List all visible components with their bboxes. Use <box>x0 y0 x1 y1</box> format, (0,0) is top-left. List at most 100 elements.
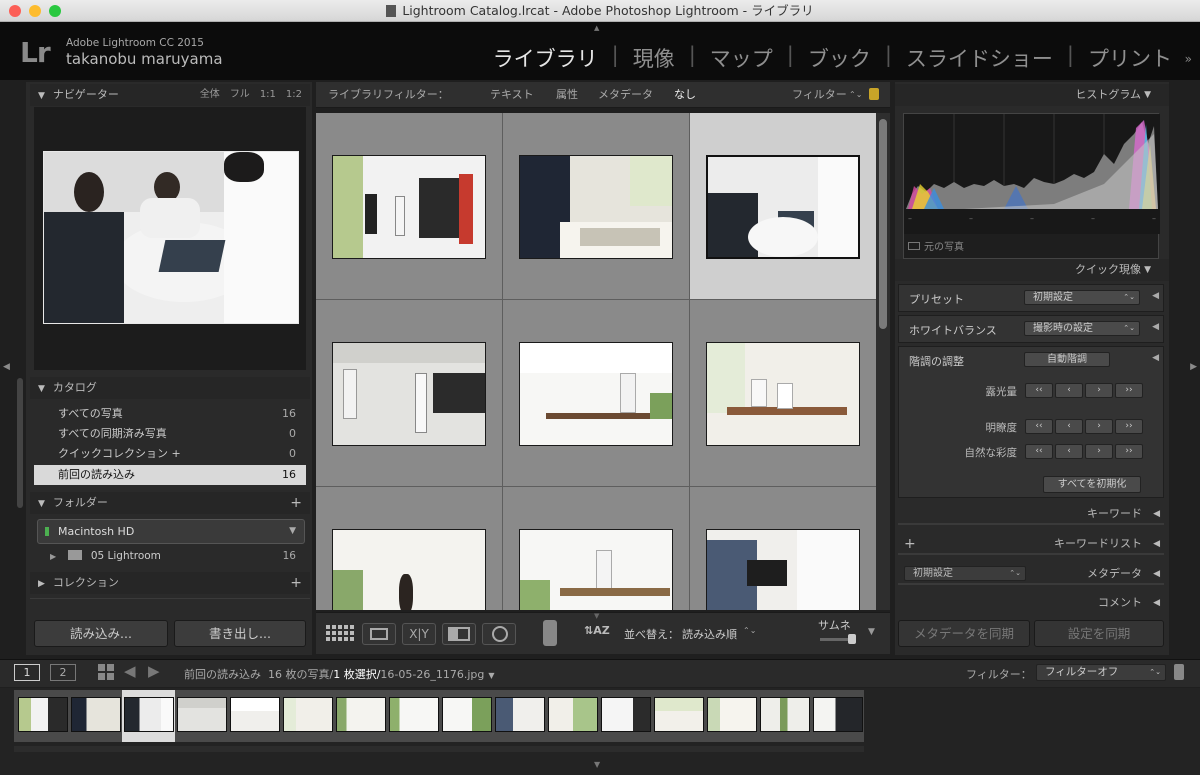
zoom-fill[interactable]: フル <box>230 84 250 106</box>
module-slideshow[interactable]: スライドショー <box>906 43 1053 73</box>
compare-view-icon[interactable]: X|Y <box>402 623 436 645</box>
photo-thumbnail[interactable] <box>332 155 486 259</box>
exposure-decrease-button[interactable]: ‹ <box>1055 383 1083 398</box>
photo-thumbnail[interactable] <box>519 529 673 610</box>
filter-tab-metadata[interactable]: メタデータ <box>598 82 653 108</box>
zoom-fit[interactable]: 全体 <box>200 84 220 106</box>
navigator-header[interactable]: ▼ ナビゲーター 全体 フル 1:1 1:2 <box>30 84 310 106</box>
zoom-1-2[interactable]: 1:2 <box>286 84 302 106</box>
folder-05-lightroom[interactable]: ▶ 05 Lightroom 16 <box>50 547 306 565</box>
photo-thumbnail-selected[interactable] <box>706 155 860 259</box>
photo-thumbnail[interactable] <box>519 155 673 259</box>
module-print[interactable]: プリント <box>1088 43 1172 73</box>
photo-thumbnail[interactable] <box>332 529 486 610</box>
filmstrip-thumbnail[interactable] <box>548 697 598 732</box>
filter-tab-text[interactable]: テキスト <box>490 82 534 108</box>
forward-arrow-icon[interactable]: ▶ <box>148 662 160 680</box>
collapse-left-icon[interactable]: ◀ <box>1152 353 1159 363</box>
grid-cell[interactable] <box>503 113 690 300</box>
clarity-increase-large-button[interactable]: ›› <box>1115 419 1143 434</box>
original-photo-checkbox[interactable] <box>908 242 920 250</box>
collections-header[interactable]: ▶ コレクション + <box>30 572 310 594</box>
photo-thumbnail[interactable] <box>519 342 673 446</box>
exposure-increase-large-button[interactable]: ›› <box>1115 383 1143 398</box>
comments-header[interactable]: コメント ◀ <box>898 593 1164 613</box>
filter-tab-attribute[interactable]: 属性 <box>556 82 578 108</box>
grid-cell[interactable] <box>316 487 503 610</box>
exposure-increase-button[interactable]: › <box>1085 383 1113 398</box>
keywording-header[interactable]: キーワード ◀ <box>898 503 1164 525</box>
left-panel-toggle-icon[interactable]: ◀ <box>3 362 10 372</box>
vibrance-increase-large-button[interactable]: ›› <box>1115 444 1143 459</box>
filmstrip-thumbnail[interactable] <box>442 697 492 732</box>
people-view-icon[interactable] <box>482 623 516 645</box>
histogram-panel[interactable]: – – – – – 元の写真 <box>903 113 1160 259</box>
primary-screen-button[interactable]: 1 <box>14 664 40 681</box>
grid-cell[interactable] <box>316 300 503 487</box>
add-keyword-button[interactable]: + <box>904 533 916 555</box>
filmstrip-thumbnail[interactable] <box>18 697 68 732</box>
left-panel-scrollbar[interactable] <box>17 378 23 508</box>
close-window-button[interactable] <box>9 5 21 17</box>
grid-scrollbar-track[interactable] <box>876 113 890 610</box>
right-panel-toggle-icon[interactable]: ▶ <box>1190 362 1197 372</box>
photo-thumbnail[interactable] <box>332 342 486 446</box>
filmstrip-thumbnail[interactable] <box>389 697 439 732</box>
zoom-1-1[interactable]: 1:1 <box>260 84 276 106</box>
filmstrip-thumbnail[interactable] <box>654 697 704 732</box>
grid-cell[interactable] <box>316 113 503 300</box>
reset-all-button[interactable]: すべてを初期化 <box>1043 476 1141 493</box>
filter-lock-icon[interactable] <box>1174 664 1184 680</box>
filmstrip-thumbnail[interactable] <box>760 697 810 732</box>
sort-dropdown[interactable]: 読み込み順 <box>682 626 737 642</box>
survey-view-icon[interactable] <box>442 623 476 645</box>
zoom-window-button[interactable] <box>49 5 61 17</box>
import-button[interactable]: 読み込み... <box>34 620 168 647</box>
filter-tab-none[interactable]: なし <box>674 82 696 108</box>
filmstrip-thumbnail[interactable] <box>601 697 651 732</box>
filmstrip-thumbnail[interactable] <box>71 697 121 732</box>
bottom-panel-toggle-icon[interactable]: ▼ <box>594 760 600 769</box>
spray-can-icon[interactable] <box>543 620 557 646</box>
filmstrip-thumbnail[interactable] <box>707 697 757 732</box>
folders-header[interactable]: ▼ フォルダー + <box>30 492 310 514</box>
grid-cell-selected[interactable] <box>690 113 876 300</box>
more-modules-icon[interactable]: » <box>1185 52 1192 66</box>
metadata-preset-dropdown[interactable]: 初期設定 ⌃⌄ <box>904 566 1026 581</box>
quick-develop-header[interactable]: クイック現像 ▼ <box>895 259 1169 281</box>
histogram-header[interactable]: ヒストグラム ▼ <box>895 84 1169 106</box>
exposure-decrease-large-button[interactable]: ‹‹ <box>1025 383 1053 398</box>
keyword-list-header[interactable]: + キーワードリスト ◀ <box>898 533 1164 555</box>
filmstrip-thumbnail[interactable] <box>177 697 227 732</box>
catalog-item-quick-collection[interactable]: クイックコレクション + 0 <box>34 444 306 464</box>
back-arrow-icon[interactable]: ◀ <box>124 662 136 680</box>
clarity-increase-button[interactable]: › <box>1085 419 1113 434</box>
vibrance-increase-button[interactable]: › <box>1085 444 1113 459</box>
loupe-view-icon[interactable] <box>362 623 396 645</box>
filmstrip-thumbnail[interactable] <box>495 697 545 732</box>
grid-cell[interactable] <box>503 300 690 487</box>
filmstrip-thumbnail-selected[interactable] <box>124 697 174 732</box>
filmstrip-scrollbar[interactable] <box>14 746 864 752</box>
expand-left-icon[interactable]: ◀ <box>1152 291 1159 301</box>
catalog-item-synced[interactable]: すべての同期済み写真 0 <box>34 424 306 444</box>
module-map[interactable]: マップ <box>710 43 773 73</box>
lock-icon[interactable] <box>869 88 879 100</box>
sync-settings-button[interactable]: 設定を同期 <box>1034 620 1164 647</box>
filmstrip-source-info[interactable]: 前回の読み込み 16 枚の写真/1 枚選択/16-05-26_1176.jpg ▼ <box>184 666 495 682</box>
thumbnail-size-slider[interactable] <box>820 634 856 644</box>
minimize-window-button[interactable] <box>29 5 41 17</box>
auto-tone-button[interactable]: 自動階調 <box>1024 352 1110 367</box>
expand-left-icon[interactable]: ◀ <box>1152 322 1159 332</box>
photo-thumbnail[interactable] <box>706 342 860 446</box>
export-button[interactable]: 書き出し... <box>174 620 306 647</box>
module-library[interactable]: ライブラリ <box>493 43 598 73</box>
add-collection-button[interactable]: + <box>290 572 302 594</box>
volume-toggle-icon[interactable]: ▼ <box>289 520 296 543</box>
metadata-header[interactable]: 初期設定 ⌃⌄ メタデータ ◀ <box>898 563 1164 585</box>
vibrance-decrease-button[interactable]: ‹ <box>1055 444 1083 459</box>
sync-metadata-button[interactable]: メタデータを同期 <box>898 620 1030 647</box>
filmstrip-filter-dropdown[interactable]: フィルターオフ ⌃⌄ <box>1036 664 1166 681</box>
top-panel-toggle-icon[interactable]: ▲ <box>594 24 599 32</box>
vibrance-decrease-large-button[interactable]: ‹‹ <box>1025 444 1053 459</box>
